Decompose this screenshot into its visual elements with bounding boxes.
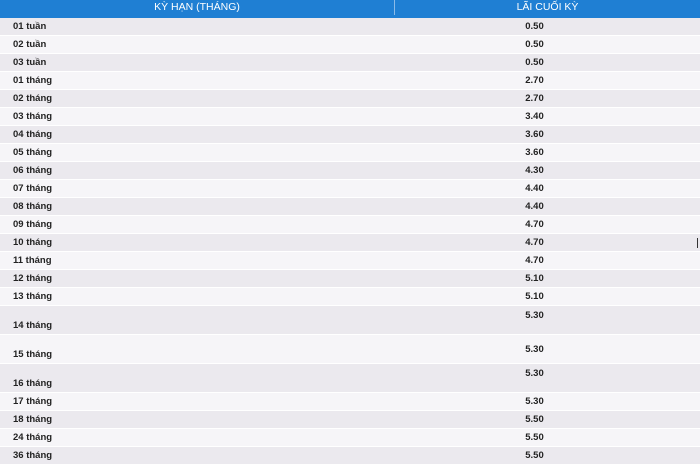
table-row: 03 tháng 3.40 (0, 108, 700, 126)
table-row: 24 tháng 5.50 (0, 429, 700, 447)
term-cell: 11 tháng (13, 255, 52, 266)
rate-cell: 5.30 (395, 393, 700, 410)
term-cell: 03 tháng (13, 111, 53, 122)
rate-value: 5.50 (525, 432, 544, 443)
rate-value: 2.70 (525, 93, 544, 104)
term-cell: 02 tháng (13, 93, 53, 104)
rate-value: 5.50 (525, 414, 544, 425)
rate-value: 0.50 (525, 21, 544, 32)
term-cell: 12 tháng (13, 273, 53, 284)
rate-column-header: LÃI CUỐI KỲ (516, 1, 579, 13)
rate-cell: 3.60 (395, 144, 700, 161)
rate-cell: 4.70 (395, 252, 700, 269)
rate-cell: 5.50 (395, 447, 700, 464)
rate-cell: 5.50 (395, 411, 700, 428)
rate-value: 2.70 (525, 75, 544, 86)
rate-cell: 4.30 (395, 162, 700, 179)
rate-cell: 5.30 (395, 364, 700, 392)
table-row: 16 tháng 5.30 (0, 364, 700, 393)
table-row: 08 tháng 4.40 (0, 198, 700, 216)
table-row: 10 tháng 4.70 (0, 234, 700, 252)
rate-value: 4.70 (525, 219, 544, 230)
rate-value: 4.70 (525, 255, 544, 266)
term-cell: 04 tháng (13, 129, 53, 140)
table-row: 01 tuần 0.50 (0, 18, 700, 36)
rate-cell: 0.50 (395, 36, 700, 53)
rate-value: 5.30 (525, 310, 544, 321)
rate-value: 5.30 (525, 396, 544, 407)
rate-cell: 5.10 (395, 288, 700, 305)
term-cell: 03 tuần (13, 57, 47, 68)
rate-value: 0.50 (525, 57, 544, 68)
rate-cell: 5.50 (395, 429, 700, 446)
term-cell: 13 tháng (13, 291, 53, 302)
rate-value: 0.50 (525, 39, 544, 50)
rate-cell: 4.70 (395, 216, 700, 233)
interest-rate-table: KỲ HẠN (THÁNG) LÃI CUỐI KỲ 01 tuần 0.50 02… (0, 0, 700, 465)
table-header: KỲ HẠN (THÁNG) LÃI CUỐI KỲ (0, 0, 700, 15)
table-row: 06 tháng 4.30 (0, 162, 700, 180)
term-cell: 36 tháng (13, 450, 53, 461)
term-column-header: KỲ HẠN (THÁNG) (0, 0, 395, 15)
rate-value: 3.60 (525, 129, 544, 140)
term-cell: 07 tháng (13, 183, 53, 194)
table-row: 15 tháng 5.30 (0, 335, 700, 364)
term-cell: 01 tuần (13, 21, 47, 32)
rate-cell: 2.70 (395, 72, 700, 89)
term-cell: 14 tháng (13, 320, 53, 331)
table-row: 13 tháng 5.10 (0, 288, 700, 306)
rate-cell: 4.40 (395, 180, 700, 197)
term-cell: 24 tháng (13, 432, 53, 443)
text-cursor (697, 238, 698, 248)
rate-value: 3.60 (525, 147, 544, 158)
table-row: 09 tháng 4.70 (0, 216, 700, 234)
table-row: 03 tuần 0.50 (0, 54, 700, 72)
table-row: 02 tuần 0.50 (0, 36, 700, 54)
table-row: 02 tháng 2.70 (0, 90, 700, 108)
table-row: 01 tháng 2.70 (0, 72, 700, 90)
rate-value: 5.30 (525, 368, 544, 379)
rate-value: 5.30 (525, 344, 544, 355)
rate-cell: 2.70 (395, 90, 700, 107)
table-row: 14 tháng 5.30 (0, 306, 700, 335)
rate-cell: 5.30 (395, 335, 700, 363)
rate-value: 4.70 (525, 237, 544, 248)
table-row: 04 tháng 3.60 (0, 126, 700, 144)
table-row: 36 tháng 5.50 (0, 447, 700, 465)
term-cell: 06 tháng (13, 165, 53, 176)
table-body: 01 tuần 0.50 02 tuần 0.50 03 tuần 0.50 01 thán… (0, 18, 700, 465)
table-row: 17 tháng 5.30 (0, 393, 700, 411)
rate-value: 3.40 (525, 111, 544, 122)
table-row: 07 tháng 4.40 (0, 180, 700, 198)
rate-value: 5.10 (525, 291, 544, 302)
table-row: 11 tháng 4.70 (0, 252, 700, 270)
rate-value: 4.40 (525, 183, 544, 194)
table-row: 05 tháng 3.60 (0, 144, 700, 162)
term-cell: 09 tháng (13, 219, 53, 230)
rate-cell: 0.50 (395, 18, 700, 35)
rate-cell: 5.10 (395, 270, 700, 287)
rate-cell: 3.60 (395, 126, 700, 143)
term-cell: 05 tháng (13, 147, 53, 158)
term-cell: 18 tháng (13, 414, 53, 425)
term-cell: 01 tháng (13, 75, 53, 86)
rate-cell: 3.40 (395, 108, 700, 125)
rate-value: 4.30 (525, 165, 544, 176)
rate-value: 4.40 (525, 201, 544, 212)
term-cell: 08 tháng (13, 201, 53, 212)
table-row: 18 tháng 5.50 (0, 411, 700, 429)
term-cell: 10 tháng (13, 237, 53, 248)
rate-cell: 4.40 (395, 198, 700, 215)
rate-cell: 5.30 (395, 306, 700, 334)
table-row: 12 tháng 5.10 (0, 270, 700, 288)
term-cell: 02 tuần (13, 39, 47, 50)
term-cell: 17 tháng (13, 396, 53, 407)
term-cell: 15 tháng (13, 349, 53, 360)
term-cell: 16 tháng (13, 378, 53, 389)
rate-cell: 0.50 (395, 54, 700, 71)
rate-value: 5.50 (525, 450, 544, 461)
rate-value: 5.10 (525, 273, 544, 284)
rate-cell: 4.70 (395, 234, 700, 251)
